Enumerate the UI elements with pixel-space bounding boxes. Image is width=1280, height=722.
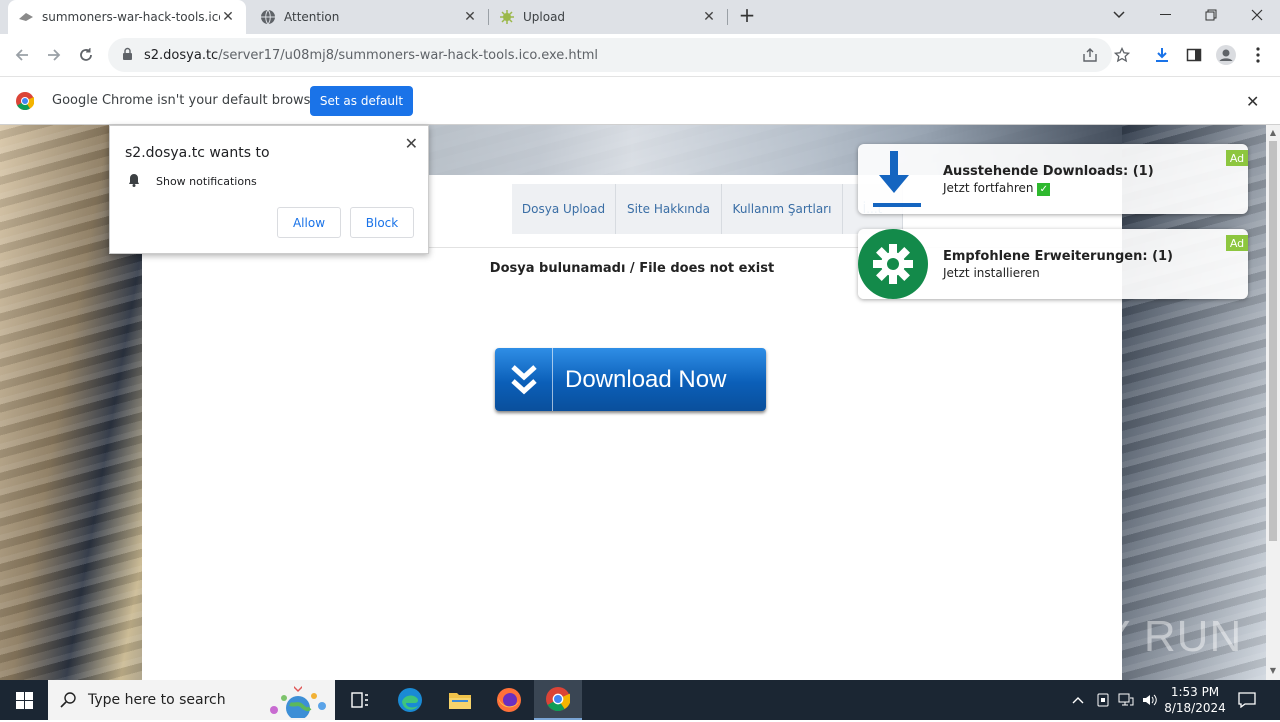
infobar-close-icon[interactable]: ✕ [1246,92,1259,111]
kebab-menu-icon[interactable] [1247,44,1269,66]
minimize-icon[interactable] [1142,0,1188,30]
url-path: /server17/u08mj8/summoners-war-hack-tool… [218,47,599,63]
download-icon[interactable] [1151,44,1173,66]
tab-summoners[interactable]: summoners-war-hack-tools.ico ✕ [8,0,246,34]
browser-toolbar: s2.dosya.tc/server17/u08mj8/summoners-wa… [0,34,1280,76]
firefox-icon[interactable] [485,680,533,720]
tab-close-icon[interactable]: ✕ [462,9,478,25]
set-as-default-button[interactable]: Set as default [310,86,413,116]
volume-icon[interactable] [1141,691,1159,709]
ad-pending-downloads[interactable]: Ausstehende Downloads: (1) Jetzt fortfah… [858,144,1248,214]
restore-icon[interactable] [1188,0,1234,30]
clock-date: 8/18/2024 [1164,701,1226,715]
ad-title: Ausstehende Downloads: (1) [943,164,1154,179]
share-icon[interactable] [1079,44,1101,66]
url-host: s2.dosya.tc [144,47,219,63]
nav-kullanim-sartlari[interactable]: Kullanım Şartları [722,184,843,234]
double-chevron-down-icon [495,348,553,411]
edge-icon[interactable] [386,680,434,720]
ad-tag: Ad [1226,150,1248,166]
download-now-button[interactable]: Download Now [495,348,766,411]
ad-subtitle: Jetzt installieren [943,266,1040,280]
upload-favicon-icon [499,9,515,25]
bell-icon [128,173,140,190]
search-icon [48,692,88,708]
task-view-icon[interactable] [336,680,384,720]
profile-avatar-icon[interactable] [1215,44,1237,66]
back-arrow-icon[interactable] [8,41,36,69]
chrome-taskbar-icon[interactable] [534,680,582,720]
tray-chevron-up-icon[interactable] [1069,691,1087,709]
popup-close-icon[interactable]: ✕ [405,134,418,153]
search-highlight-globe-icon [262,684,330,722]
search-placeholder: Type here to search [88,692,226,708]
ad-tag: Ad [1226,235,1248,251]
permission-request: Show notifications [128,173,257,190]
clock-time: 1:53 PM [1170,685,1220,699]
anyrun-watermark: ANY RUN [1038,612,1243,661]
lock-icon[interactable] [122,47,134,64]
scroll-down-icon[interactable]: ▼ [1269,666,1277,675]
device-icon[interactable] [1094,691,1112,709]
permission-title: s2.dosya.tc wants to [125,145,270,161]
page-favicon-icon [18,9,34,25]
close-window-icon[interactable] [1234,0,1280,30]
allow-button[interactable]: Allow [277,207,341,238]
download-arrow-icon [858,144,928,214]
windows-taskbar: Type here to search 1:53 PM 8/18/2024 [0,680,1280,720]
ad-subtitle: Jetzt fortfahren ✓ [943,181,1051,196]
notification-permission-popup: s2.dosya.tc wants to ✕ Show notification… [109,125,429,254]
tab-search-chevron-icon[interactable] [1096,0,1142,30]
address-bar[interactable]: s2.dosya.tc/server17/u08mj8/summoners-wa… [108,38,1112,72]
bookmark-star-icon[interactable] [1111,44,1133,66]
tab-title: Attention [284,10,340,24]
infobar-message: Google Chrome isn't your default browser [52,93,324,108]
new-tab-icon[interactable]: + [724,0,770,30]
scroll-thumb[interactable] [1269,141,1277,541]
tab-close-icon[interactable]: ✕ [220,9,236,25]
system-clock[interactable]: 1:53 PM 8/18/2024 [1160,684,1230,716]
ad-title: Empfohlene Erweiterungen: (1) [943,249,1174,264]
ad-recommended-extensions[interactable]: Empfohlene Erweiterungen: (1) Jetzt inst… [858,229,1248,299]
permission-request-label: Show notifications [156,175,257,188]
nav-dosya-upload[interactable]: Dosya Upload [512,184,616,234]
forward-arrow-icon[interactable] [40,41,68,69]
file-explorer-icon[interactable] [436,680,484,720]
block-button[interactable]: Block [350,207,414,238]
chrome-logo-icon [16,92,35,114]
nav-site-hakkinda[interactable]: Site Hakkında [616,184,722,234]
tab-strip: summoners-war-hack-tools.ico ✕ Attention… [0,0,1280,34]
tab-close-icon[interactable]: ✕ [701,9,717,25]
windows-start-icon[interactable] [0,680,48,720]
tab-attention[interactable]: Attention ✕ [250,0,488,34]
network-icon[interactable] [1117,691,1135,709]
tab-title: summoners-war-hack-tools.ico [42,10,220,24]
default-browser-infobar: Google Chrome isn't your default browser… [0,76,1280,125]
notification-center-icon[interactable] [1238,691,1256,709]
side-panel-icon[interactable] [1183,44,1205,66]
download-now-label: Download Now [565,365,727,393]
reload-icon[interactable] [72,41,100,69]
gear-icon [858,229,928,299]
green-check-icon: ✓ [1037,183,1051,196]
taskbar-search-box[interactable]: Type here to search [48,680,335,720]
globe-icon [260,9,276,25]
page-scrollbar[interactable]: ▲ ▼ [1266,125,1280,680]
scroll-up-icon[interactable]: ▲ [1269,128,1277,137]
tab-upload[interactable]: Upload ✕ [489,0,727,34]
tab-title: Upload [523,10,566,24]
